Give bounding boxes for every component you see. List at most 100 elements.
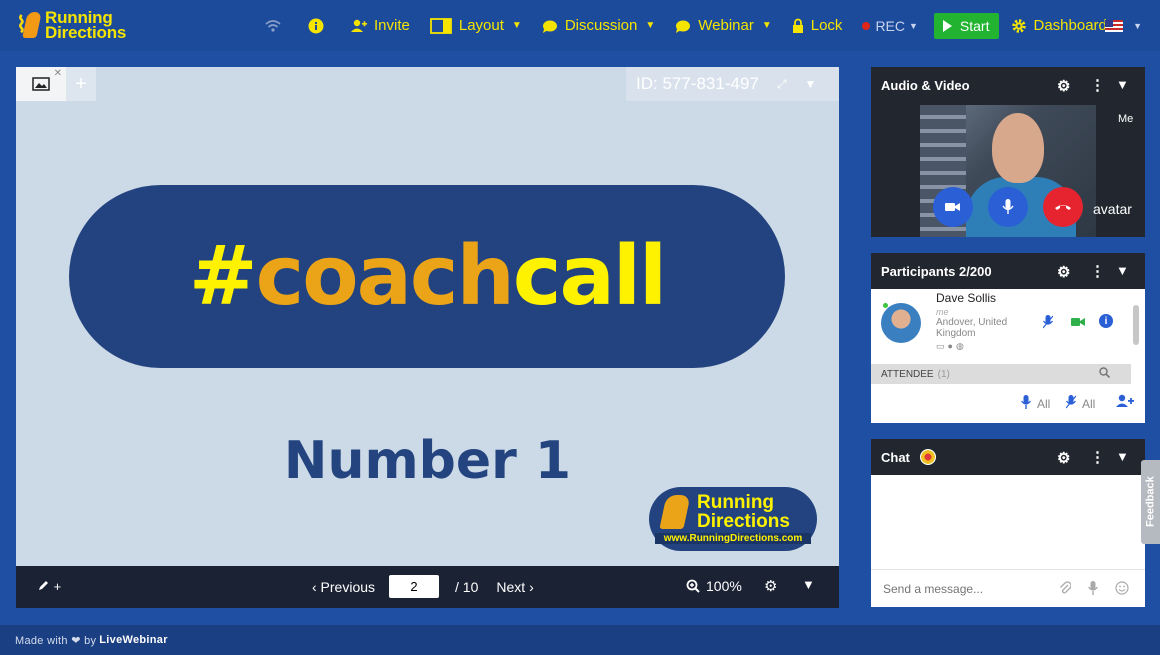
attendee-label: ATTENDEE [881,368,934,380]
add-user-icon [351,19,367,33]
me-label: Me [1118,113,1134,125]
paperclip-icon[interactable] [1059,581,1072,598]
hashtag-word-call: call [512,229,667,324]
avatar-label: avatar [1093,201,1132,217]
image-icon [32,77,50,91]
microphone-icon [1002,199,1014,214]
info-button[interactable] [308,18,331,34]
chat-message-input[interactable] [883,581,1053,596]
gear-icon[interactable]: ⚙ [1057,449,1070,467]
camera-toggle-button[interactable] [933,187,973,227]
gear-icon[interactable]: ⚙ [1057,77,1070,95]
annotate-button[interactable]: + [38,579,61,594]
app-logo[interactable]: ⌇ Running Directions [14,9,126,41]
feedback-tab[interactable]: Feedback [1141,460,1160,544]
zoom-control[interactable]: 100% [686,578,742,594]
footer: Made with ❤ by LiveWebinar [0,625,1160,655]
main-toolbar: Invite Layout ▼ Discussion ▼ Webinar ▼ L… [265,0,1127,51]
connection-status[interactable] [265,19,288,33]
webinar-icon [675,19,691,33]
previous-button[interactable]: ‹ Previous [312,579,375,595]
device-icons: ▭●◍ [936,341,967,351]
webinar-label: Webinar [698,17,754,34]
slide-canvas: #coachcall Number 1 Running Directions w… [16,101,839,566]
chevron-down-icon: ▼ [761,20,772,31]
participant-camera-icon[interactable] [1071,315,1085,330]
add-tab-button[interactable]: + [66,67,96,101]
fullscreen-icon[interactable]: ⤢ [777,77,787,92]
audio-video-header: Audio & Video ⚙ ⋮ ▼ [871,67,1145,103]
dashboard-button[interactable]: Dashboard [1011,17,1107,34]
start-button[interactable]: Start [933,12,999,39]
lock-icon [792,18,804,33]
pencil-icon [39,581,48,590]
close-tab-icon[interactable]: ✕ [54,68,62,79]
slide-logo: Running Directions www.RunningDirections… [649,487,817,551]
logo-line-2: Directions [45,23,127,42]
language-selector[interactable]: ▼ [1105,20,1142,32]
page-total: / 10 [455,578,479,595]
discussion-menu[interactable]: Discussion ▼ [542,17,655,34]
chevron-down-icon[interactable]: ▼ [804,77,816,91]
footer-brand-link[interactable]: LiveWebinar [99,634,168,646]
online-status-icon [883,303,888,308]
next-button[interactable]: Next › [496,579,533,595]
participant-row[interactable]: Dave Sollis me Andover, United Kingdom ▭… [871,289,1131,363]
zoom-level: 100% [706,578,742,594]
mute-all-muted-button[interactable]: All [1065,395,1096,412]
slide-hashtag: #coachcall [189,229,667,324]
phone-hangup-icon [1055,205,1071,210]
chevron-down-icon[interactable]: ▼ [1116,449,1129,464]
webinar-menu[interactable]: Webinar ▼ [675,17,772,34]
zoom-icon [686,579,700,593]
drag-handle-icon[interactable]: ⋮ [1090,262,1105,280]
mute-all-mic-button[interactable]: All [1020,395,1050,412]
chevron-down-icon: ▼ [645,20,656,31]
participant-mic-icon[interactable] [1042,315,1054,332]
video-area: Me avatar [871,103,1145,237]
attendee-group-header[interactable]: ATTENDEE (1) [871,364,1131,384]
participants-scrollbar[interactable] [1133,305,1139,345]
drag-handle-icon[interactable]: ⋮ [1090,448,1105,466]
pager: ‹ Previous 2 / 10 Next › [312,575,534,598]
add-user-icon[interactable] [1116,394,1134,411]
page-number-input[interactable]: 2 [389,575,440,598]
slide-subtitle: Number 1 [283,431,572,491]
microphone-toggle-button[interactable] [988,187,1028,227]
participant-info-icon[interactable]: i [1099,314,1113,328]
microphone-icon[interactable] [1087,581,1099,598]
play-icon [942,19,952,32]
emoji-icon[interactable] [1115,581,1129,598]
participants-header: Participants 2/200 ⚙ ⋮ ▼ [871,253,1145,289]
presentation-panel: ✕ + ID: 577-831-497 ⤢ ▼ #coachcall Numbe… [16,67,839,608]
mute-all-label: All [1082,396,1096,411]
invite-button[interactable]: Invite [351,17,410,34]
hang-up-button[interactable] [1043,187,1083,227]
record-button[interactable]: REC ▼ [862,18,918,34]
lock-button[interactable]: Lock [792,17,843,34]
chevron-down-icon[interactable]: ▼ [802,577,815,592]
drag-handle-icon[interactable]: ⋮ [1090,76,1105,94]
chat-header: Chat ⚙ ⋮ ▼ [871,439,1145,475]
chat-panel: Chat ⚙ ⋮ ▼ [871,439,1145,607]
top-bar: ⌇ Running Directions Invite Layout ▼ Dis… [0,0,1160,51]
chevron-down-icon[interactable]: ▼ [1116,263,1129,278]
layout-menu[interactable]: Layout ▼ [429,17,522,34]
participants-footer: All All [871,391,1145,419]
lock-label: Lock [810,17,843,34]
gear-icon [1011,18,1027,34]
plus-icon: + [75,72,87,95]
gear-icon[interactable]: ⚙ [764,577,777,595]
slide-logo-text: Running Directions [697,493,790,531]
chevron-down-icon[interactable]: ▼ [1116,77,1129,92]
discussion-label: Discussion [564,17,638,34]
chat-messages [871,475,1145,569]
app-logo-text: Running Directions [45,9,127,42]
slide-logo-line-2: Directions [697,511,790,532]
tab-image[interactable]: ✕ [16,67,66,101]
search-icon[interactable] [1099,367,1111,381]
chevron-down-icon: ▼ [511,20,522,31]
dashboard-label: Dashboard [1033,17,1107,34]
discussion-icon [542,19,558,33]
gear-icon[interactable]: ⚙ [1057,263,1070,281]
